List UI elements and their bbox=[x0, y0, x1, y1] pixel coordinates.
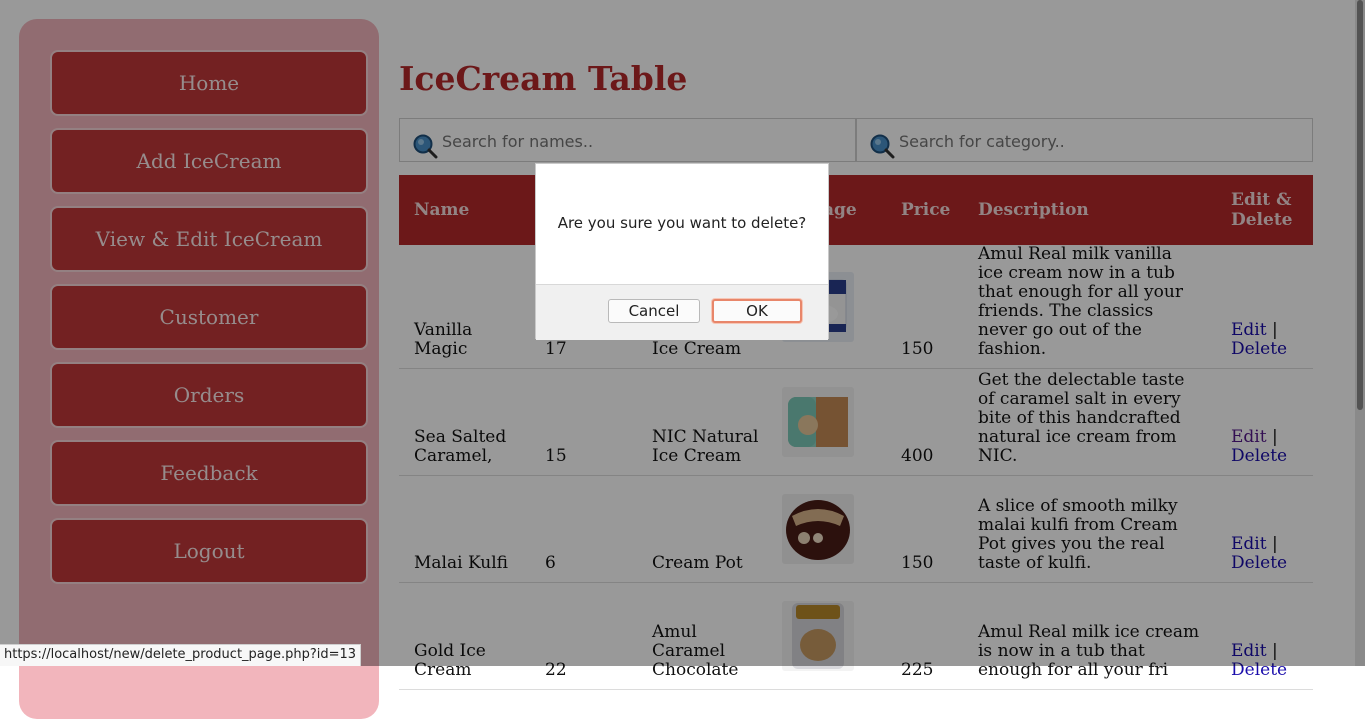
link-status-bar: https://localhost/new/delete_product_pag… bbox=[0, 644, 362, 666]
ok-button[interactable]: OK bbox=[712, 299, 802, 323]
cancel-button[interactable]: Cancel bbox=[608, 299, 700, 323]
dialog-footer: Cancel OK bbox=[536, 284, 828, 340]
confirm-delete-dialog: Are you sure you want to delete? Cancel … bbox=[535, 163, 829, 340]
dialog-message: Are you sure you want to delete? bbox=[557, 214, 807, 232]
